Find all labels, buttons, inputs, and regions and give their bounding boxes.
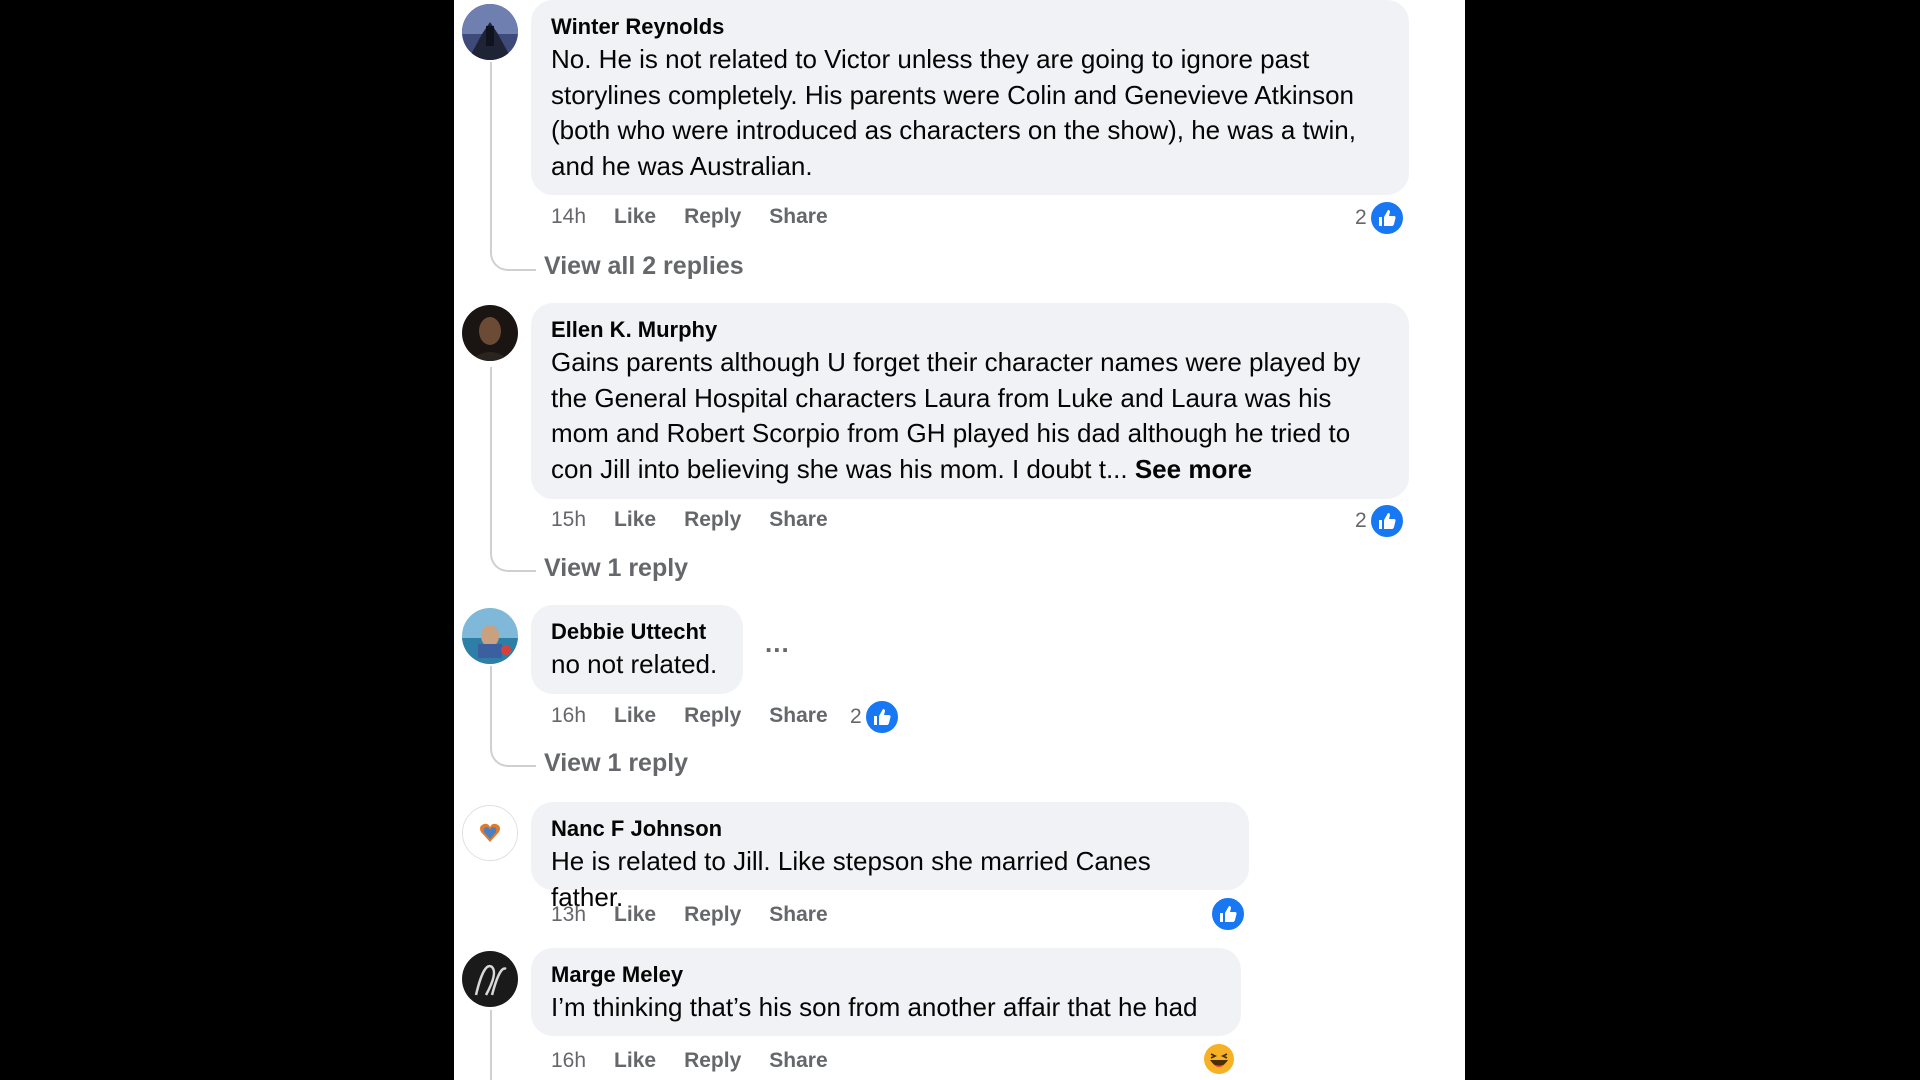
reply-button[interactable]: Reply [684,508,741,532]
like-icon [1210,896,1246,932]
comment-text: I’m thinking that’s his son from another… [551,992,1198,1022]
comment-actions: 14h Like Reply Share [551,202,856,232]
comments-panel: Winter Reynolds No. He is not related to… [454,0,1465,1080]
comment-actions: 16h Like Reply Share [551,701,856,731]
reaction-count: 2 [850,705,862,728]
like-button[interactable]: Like [614,205,656,229]
avatar[interactable] [462,951,518,1007]
comment-text: no not related. [551,649,718,679]
comment-bubble: Debbie Uttecht no not related. [531,605,743,694]
view-replies-link[interactable]: View 1 reply [544,749,688,778]
like-icon [1368,200,1405,236]
comment-timestamp[interactable]: 13h [551,903,586,927]
share-button[interactable]: Share [769,903,827,927]
reply-button[interactable]: Reply [684,704,741,728]
comment-text: No. He is not related to Victor unless t… [551,44,1356,181]
avatar[interactable] [462,4,518,60]
like-button[interactable]: Like [614,704,656,728]
view-replies-link[interactable]: View all 2 replies [544,252,744,281]
like-button[interactable]: Like [614,508,656,532]
comment-author[interactable]: Debbie Uttecht [551,619,723,645]
more-options-button[interactable]: ... [765,628,790,659]
reaction-summary[interactable]: 2 [1355,503,1405,539]
comment-author[interactable]: Ellen K. Murphy [551,317,1389,343]
reaction-count: 2 [1355,206,1367,229]
reaction-count: 2 [1355,509,1367,532]
comment-timestamp[interactable]: 16h [551,704,586,728]
comment-bubble: Winter Reynolds No. He is not related to… [531,0,1409,195]
comment-timestamp[interactable]: 14h [551,205,586,229]
comment-actions: 15h Like Reply Share [551,505,856,535]
comment-timestamp[interactable]: 15h [551,508,586,532]
comment-bubble: Ellen K. Murphy Gains parents although U… [531,303,1409,499]
reaction-summary[interactable] [1203,1043,1235,1075]
avatar[interactable] [462,805,518,861]
see-more-link[interactable]: See more [1135,454,1252,484]
comment-actions: 16h Like Reply Share [551,1046,856,1076]
reaction-summary[interactable] [1208,896,1246,932]
like-icon [863,699,900,735]
comment-author[interactable]: Marge Meley [551,962,1221,988]
comment-bubble: Marge Meley I’m thinking that’s his son … [531,948,1241,1036]
share-button[interactable]: Share [769,205,827,229]
share-button[interactable]: Share [769,508,827,532]
share-button[interactable]: Share [769,1049,827,1073]
view-replies-link[interactable]: View 1 reply [544,554,688,583]
haha-icon [1203,1043,1235,1075]
share-button[interactable]: Share [769,704,827,728]
thread-line [490,367,492,553]
reaction-summary[interactable]: 2 [1355,200,1405,236]
reply-button[interactable]: Reply [684,205,741,229]
comment-author[interactable]: Winter Reynolds [551,14,1389,40]
thread-line [490,1010,492,1080]
comment-actions: 13h Like Reply Share [551,900,856,930]
thread-line [490,666,492,748]
reply-button[interactable]: Reply [684,1049,741,1073]
comment-timestamp[interactable]: 16h [551,1049,586,1073]
like-icon [1368,503,1405,539]
thread-curve [490,251,536,271]
thread-curve [490,747,536,767]
avatar[interactable] [462,305,518,361]
thread-curve [490,552,536,572]
comment-bubble: Nanc F Johnson He is related to Jill. Li… [531,802,1249,912]
avatar[interactable] [462,608,518,664]
thread-line [490,62,492,252]
reply-button[interactable]: Reply [684,903,741,927]
comment-author[interactable]: Nanc F Johnson [551,816,1229,842]
like-button[interactable]: Like [614,1049,656,1073]
comment-text: Gains parents although U forget their ch… [551,345,1389,487]
like-button[interactable]: Like [614,903,656,927]
reaction-summary[interactable]: 2 [850,699,900,735]
